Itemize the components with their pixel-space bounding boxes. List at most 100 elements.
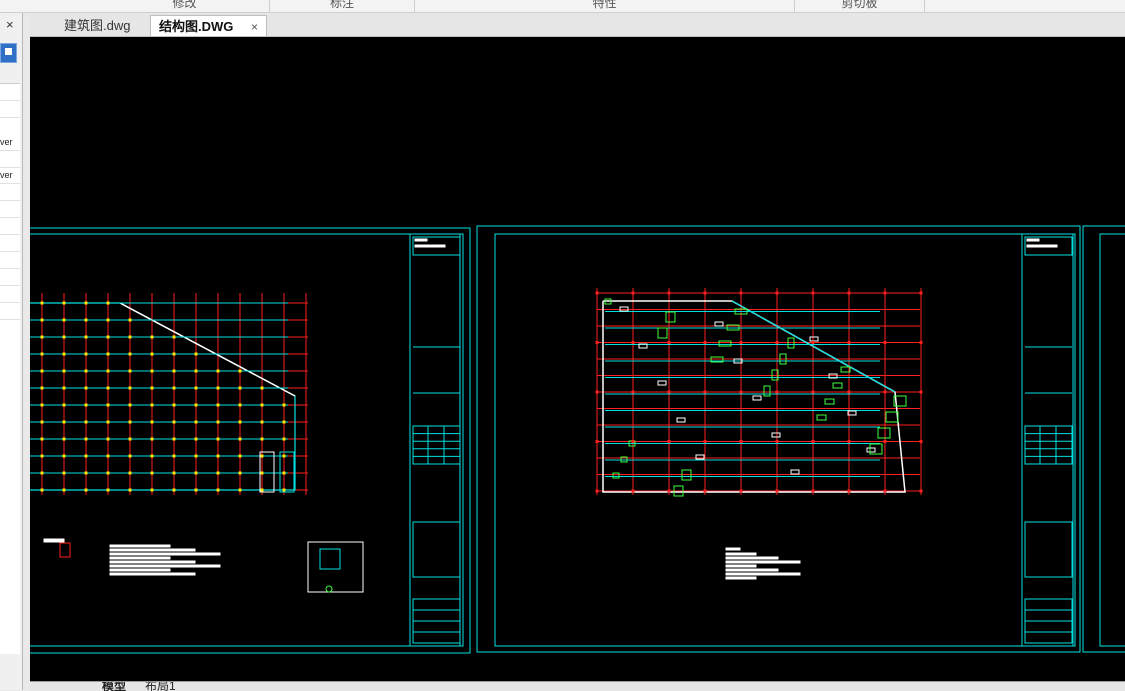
palette-row[interactable] (0, 235, 20, 252)
column-marker (238, 420, 242, 424)
beam-label-box (714, 321, 724, 327)
palette-row[interactable] (0, 201, 20, 218)
document-tab-bar: 建筑图.dwg 结构图.DWG × (30, 13, 1125, 37)
column-marker (106, 420, 110, 424)
tab-architecture-dwg[interactable]: 建筑图.dwg (56, 15, 138, 36)
palette-row[interactable] (0, 218, 20, 235)
middle-title-block (1021, 233, 1076, 647)
palette-row[interactable] (0, 101, 20, 118)
left-title-text (414, 244, 446, 248)
column-marker (40, 301, 44, 305)
palette-tool-icon[interactable] (0, 43, 17, 63)
column-marker (172, 437, 176, 441)
column-marker (194, 437, 198, 441)
note-text-line (725, 568, 779, 572)
column-marker (150, 471, 154, 475)
column-marker (172, 369, 176, 373)
column-marker (84, 386, 88, 390)
ribbon-group-annotate[interactable]: 标注 (270, 0, 415, 12)
palette-row[interactable] (0, 151, 20, 168)
sheet-frame-right-inner (1099, 233, 1125, 647)
column-marker (40, 437, 44, 441)
column-marker (62, 369, 66, 373)
column-marker (667, 440, 671, 443)
column-marker (128, 403, 132, 407)
palette-row[interactable] (0, 303, 20, 320)
ribbon-group-clipboard[interactable]: 剪切板 (795, 0, 925, 12)
column-marker (775, 341, 779, 344)
beam-label-box (790, 469, 800, 475)
column-marker (216, 471, 220, 475)
column-marker (40, 488, 44, 492)
rebar-annotation (824, 398, 835, 405)
column-marker (150, 454, 154, 458)
column-marker (811, 390, 815, 394)
ribbon-group-modify[interactable]: 修改 (100, 0, 270, 12)
palette-close-icon[interactable]: × (6, 17, 14, 32)
column-marker (106, 454, 110, 458)
palette-row[interactable] (0, 269, 20, 286)
column-marker (216, 454, 220, 458)
column-marker (194, 488, 198, 492)
column-marker (775, 291, 779, 295)
column-marker (238, 386, 242, 390)
column-marker (40, 335, 44, 339)
detail-marker (325, 585, 333, 593)
tab-close-icon[interactable]: × (251, 20, 258, 34)
left-title-sign-box (412, 521, 461, 578)
column-marker (128, 369, 132, 373)
column-marker (260, 488, 264, 492)
column-marker (128, 335, 132, 339)
column-marker (238, 437, 242, 441)
column-marker (194, 403, 198, 407)
column-marker (62, 488, 66, 492)
column-marker (84, 369, 88, 373)
column-marker (40, 420, 44, 424)
column-marker (216, 420, 220, 424)
drawing-canvas[interactable] (30, 37, 1125, 681)
column-marker (62, 403, 66, 407)
column-marker (128, 420, 132, 424)
note-symbol (43, 538, 65, 543)
column-marker (667, 489, 671, 493)
column-marker (631, 341, 635, 344)
column-marker (631, 390, 635, 394)
note-text-line (109, 552, 221, 556)
column-marker (172, 403, 176, 407)
column-marker (238, 488, 242, 492)
rebar-annotation (612, 472, 620, 479)
column-marker (84, 488, 88, 492)
column-marker (883, 390, 887, 394)
column-marker (194, 369, 198, 373)
middle-title-text (1026, 238, 1040, 242)
column-marker (260, 437, 264, 441)
palette-row[interactable]: ver (0, 134, 20, 151)
note-text-line (109, 572, 196, 576)
column-marker (703, 341, 707, 344)
column-marker (216, 403, 220, 407)
column-marker (260, 471, 264, 475)
beam-label-box (676, 417, 686, 423)
column-marker (282, 437, 286, 441)
column-marker (106, 471, 110, 475)
palette-row[interactable] (0, 184, 20, 201)
note-symbol (725, 547, 741, 551)
palette-row[interactable]: ver (0, 167, 20, 184)
palette-row[interactable] (0, 84, 20, 101)
cad-drawing[interactable] (30, 37, 1125, 681)
tab-structure-dwg[interactable]: 结构图.DWG × (150, 15, 268, 36)
column-marker (811, 341, 815, 344)
column-marker (847, 390, 851, 394)
column-marker (172, 454, 176, 458)
column-marker (150, 437, 154, 441)
column-marker (172, 471, 176, 475)
palette-row[interactable] (0, 252, 20, 269)
palette-row[interactable] (0, 286, 20, 303)
column-marker (106, 369, 110, 373)
column-marker (194, 352, 198, 356)
column-marker (703, 489, 707, 493)
column-marker (631, 291, 635, 295)
column-marker (216, 437, 220, 441)
column-marker (106, 301, 110, 305)
ribbon-group-properties[interactable]: 特性 (415, 0, 795, 12)
